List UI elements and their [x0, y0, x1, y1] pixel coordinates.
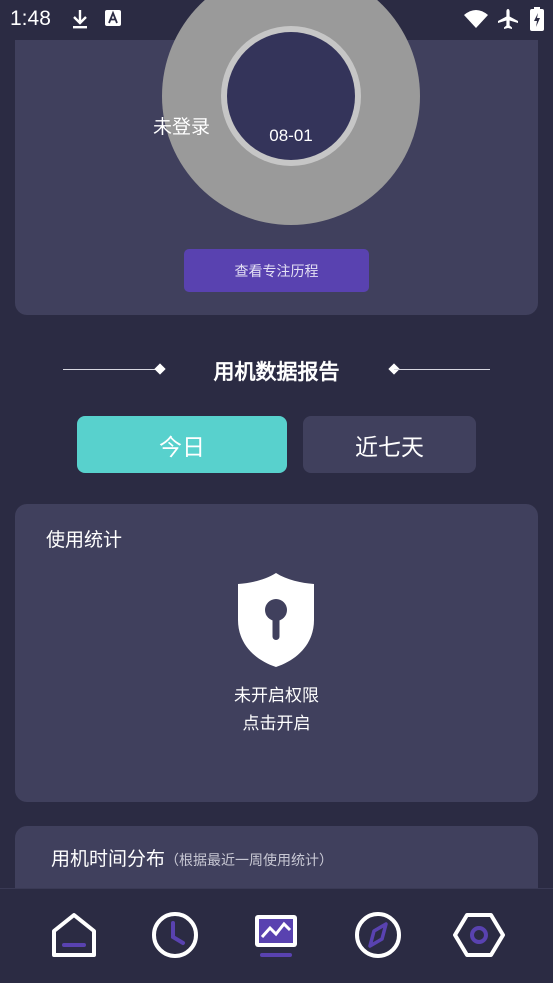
- clock-icon[interactable]: [149, 909, 201, 961]
- distribution-note: （根据最近一周使用统计）: [165, 853, 334, 869]
- permission-status: 未开启权限: [234, 686, 319, 706]
- battery-icon: [530, 7, 544, 31]
- chart-icon[interactable]: [250, 909, 302, 961]
- distribution-title: 用机时间分布（根据最近一周使用统计）: [51, 844, 333, 871]
- compass-icon[interactable]: [352, 909, 404, 961]
- bottom-navigation: [0, 888, 553, 983]
- title-divider-right: [394, 369, 490, 370]
- tab-last-seven-days[interactable]: 近七天: [303, 416, 476, 473]
- focus-card: 08-01 未登录 查看专注历程: [15, 0, 538, 315]
- shield-lock-icon: [238, 573, 314, 667]
- view-focus-history-button[interactable]: 查看专注历程: [184, 249, 369, 292]
- download-icon: [73, 10, 87, 29]
- report-title: 用机数据报告: [213, 360, 340, 384]
- focus-date: 08-01: [269, 126, 313, 145]
- airplane-icon: [498, 9, 518, 29]
- distribution-title-text: 用机时间分布: [51, 848, 166, 870]
- usage-stats-card[interactable]: 使用统计 未开启权限 点击开启: [15, 504, 538, 802]
- status-time: 1:48: [10, 7, 51, 30]
- tab-today[interactable]: 今日: [77, 416, 287, 473]
- report-section-header: 用机数据报告: [0, 354, 553, 386]
- wifi-icon: [464, 10, 488, 28]
- home-icon[interactable]: [48, 909, 100, 961]
- login-status[interactable]: 未登录: [153, 112, 210, 139]
- enable-permission-link[interactable]: 点击开启: [15, 710, 538, 738]
- settings-icon[interactable]: [453, 909, 505, 961]
- text-a-icon: [105, 10, 121, 26]
- usage-stats-title: 使用统计: [46, 529, 123, 551]
